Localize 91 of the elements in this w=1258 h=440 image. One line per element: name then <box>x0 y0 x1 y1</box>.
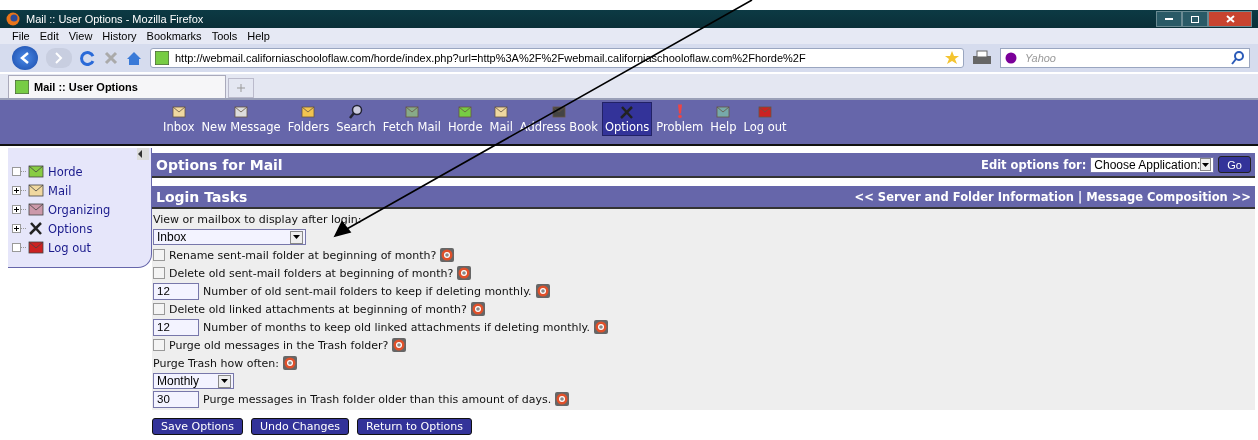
form-button[interactable]: Save Options <box>152 418 243 435</box>
exclamation-icon <box>676 104 683 120</box>
envelope-icon <box>170 104 187 120</box>
help-icon[interactable] <box>392 338 407 352</box>
menu-item[interactable]: View <box>68 30 93 42</box>
frequency-select[interactable]: Monthly <box>153 373 234 389</box>
tools-icon <box>619 104 636 120</box>
browser-tab[interactable]: Mail :: User Options <box>8 75 226 98</box>
sidebar-link[interactable]: Horde <box>48 164 83 179</box>
menu-item[interactable]: Edit <box>39 30 59 42</box>
checkbox[interactable] <box>153 339 165 351</box>
sidebar-link[interactable]: Organizing <box>48 202 111 217</box>
toolbar-button[interactable]: Mail <box>486 102 516 136</box>
mailbox-select[interactable]: Inbox <box>153 229 306 245</box>
field-label: View or mailbox to display after login: <box>153 212 362 226</box>
checkbox[interactable] <box>153 303 165 315</box>
envelope-icon <box>28 183 44 198</box>
toolbar-button[interactable]: Folders <box>284 102 333 136</box>
option-label: Rename sent-mail folder at beginning of month? <box>169 248 437 262</box>
minimize-icon <box>1165 18 1173 20</box>
page-title: Options for Mail <box>156 156 283 173</box>
help-icon[interactable] <box>470 302 485 316</box>
option-label: Delete old linked attachments at beginning of month? <box>169 302 467 316</box>
help-icon[interactable] <box>593 320 608 334</box>
option-label: Number of old sent-mail folders to keep if deleting monthly. <box>203 284 532 298</box>
reload-icon[interactable] <box>80 50 96 66</box>
close-icon <box>1225 15 1235 23</box>
collapse-sidebar-icon[interactable] <box>137 148 149 160</box>
tools-icon <box>28 221 44 236</box>
sidebar-link[interactable]: Options <box>48 221 93 236</box>
sidebar-link[interactable]: Mail <box>48 183 72 198</box>
browser-logo-icon <box>6 12 20 26</box>
toolbar-button[interactable]: Horde <box>444 102 486 136</box>
menu-item[interactable]: File <box>12 30 30 42</box>
dropdown-caret-icon <box>1200 158 1212 171</box>
toolbar-button[interactable]: Help <box>707 102 740 136</box>
number-field[interactable]: 30 <box>153 390 199 408</box>
help-icon[interactable] <box>457 266 472 280</box>
close-button[interactable] <box>1208 11 1252 27</box>
checkbox[interactable] <box>153 267 165 279</box>
expand-icon[interactable] <box>12 224 21 233</box>
previous-section-link[interactable]: << Server and Folder Information <box>854 189 1074 204</box>
home-icon[interactable] <box>126 50 142 66</box>
printer-icon[interactable] <box>972 50 992 66</box>
search-icon[interactable] <box>1231 51 1245 65</box>
next-section-link[interactable]: Message Composition >> <box>1086 189 1251 204</box>
star-icon[interactable] <box>945 51 959 65</box>
option-label: Purge messages in Trash folder older than this amount of days. <box>203 392 552 406</box>
number-field[interactable]: 12 <box>153 318 199 336</box>
section-title: Login Tasks <box>156 188 248 205</box>
toolbar-button[interactable]: Log out <box>740 102 790 136</box>
dropdown-caret-icon <box>290 230 303 244</box>
checkbox[interactable] <box>153 249 165 261</box>
option-label: Purge old messages in the Trash folder? <box>169 338 389 352</box>
toolbar-button[interactable]: Search <box>333 102 379 136</box>
toolbar-button[interactable]: Problem <box>653 102 707 136</box>
number-field[interactable]: 12 <box>153 282 199 300</box>
toolbar-button[interactable]: Options <box>601 102 653 136</box>
help-icon[interactable] <box>535 284 550 298</box>
dropdown-caret-icon <box>218 374 231 388</box>
minimize-button[interactable] <box>1156 11 1182 27</box>
edit-options-label: Edit options for: <box>981 157 1087 172</box>
option-label: Delete old sent-mail folders at beginning of month? <box>169 266 454 280</box>
menu-item[interactable]: Help <box>247 30 270 42</box>
expand-icon[interactable] <box>12 205 21 214</box>
expand-icon[interactable] <box>12 186 21 195</box>
form-button[interactable]: Undo Changes <box>250 418 350 435</box>
menu-item[interactable]: History <box>102 30 137 42</box>
toolbar-button[interactable]: New Message <box>198 102 284 136</box>
restore-button[interactable] <box>1182 11 1208 27</box>
option-label: Number of months to keep old linked attachments if deleting monthly. <box>203 320 590 334</box>
toolbar-button[interactable]: Fetch Mail <box>379 102 444 136</box>
search-engine-logo-icon <box>1005 52 1019 64</box>
field-label: Purge Trash how often: <box>153 356 279 370</box>
plus-icon <box>237 84 245 92</box>
go-button[interactable]: Go <box>1218 156 1251 173</box>
search-icon <box>347 104 364 120</box>
back-button[interactable] <box>12 46 38 70</box>
window-title: Mail :: User Options - Mozilla Firefox <box>26 13 204 25</box>
toolbar-button[interactable]: Inbox <box>160 102 198 136</box>
restore-icon <box>1191 15 1199 23</box>
menu-item[interactable]: Bookmarks <box>146 30 202 42</box>
form-button[interactable]: Return to Options <box>357 418 472 435</box>
application-select[interactable]: Choose Application: <box>1090 156 1215 173</box>
help-icon[interactable] <box>440 248 455 262</box>
menu-item[interactable]: Tools <box>211 30 238 42</box>
sidebar-link[interactable]: Log out <box>48 240 92 255</box>
help-icon[interactable] <box>282 356 297 370</box>
link-separator: | <box>1078 189 1083 204</box>
help-icon[interactable] <box>555 392 570 406</box>
envelope-icon <box>493 104 510 120</box>
